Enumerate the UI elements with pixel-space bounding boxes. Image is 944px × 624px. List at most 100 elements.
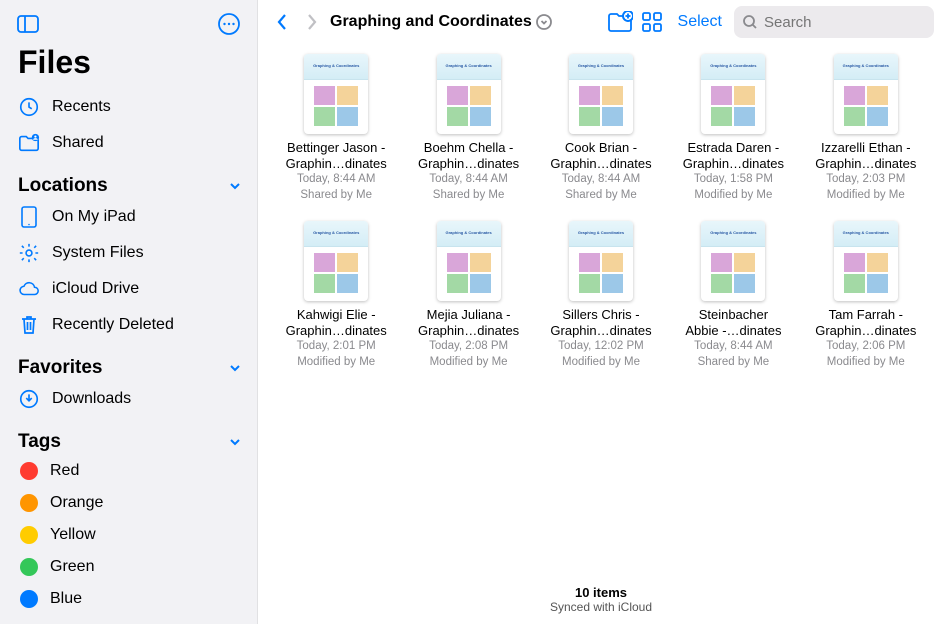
gear-icon	[18, 242, 40, 264]
file-timestamp: Today, 12:02 PM	[558, 339, 643, 354]
file-item[interactable]: Graphing & CoordinatesIzzarelli Ethan -G…	[804, 54, 928, 203]
sidebar-item-label: On My iPad	[52, 208, 136, 226]
file-item[interactable]: Graphing & CoordinatesBettinger Jason -G…	[274, 54, 398, 203]
search-field[interactable]	[734, 6, 934, 38]
file-name: Abbie -…dinates	[685, 323, 781, 339]
forward-button[interactable]	[298, 8, 326, 36]
sidebar-item-system-files[interactable]: System Files	[0, 235, 257, 271]
file-timestamp: Today, 1:58 PM	[694, 172, 773, 187]
file-thumbnail: Graphing & Coordinates	[701, 54, 765, 134]
download-icon	[18, 388, 40, 410]
file-thumbnail: Graphing & Coordinates	[834, 221, 898, 301]
status-footer: 10 items Synced with iCloud	[258, 581, 944, 624]
file-item[interactable]: Graphing & Coordinates Estrada Daren -Gra…	[671, 54, 795, 203]
app-title: Files	[0, 42, 257, 89]
file-grid: Graphing & Coordinates Bettinger Jason - G…	[258, 44, 944, 581]
file-item[interactable]: Graphing & Coordinates Cook Brian -Graphi…	[539, 54, 663, 203]
file-thumbnail: Graphing & Coordinates	[569, 221, 633, 301]
sidebar-item-label: Downloads	[52, 390, 131, 408]
tag-dot-icon	[20, 494, 38, 512]
file-thumbnail: Graphing & Coordinates	[304, 54, 368, 134]
chevron-down-icon	[227, 178, 243, 194]
toggle-sidebar-icon[interactable]	[14, 10, 42, 38]
file-timestamp: Today, 8:44 AM	[694, 339, 772, 354]
sidebar-tag-red[interactable]: Red	[0, 455, 257, 487]
sidebar-item-recents[interactable]: Recents	[0, 89, 257, 125]
tag-dot-icon	[20, 462, 38, 480]
sidebar-item-label: Green	[50, 558, 94, 576]
file-name: Izzarelli Ethan -	[821, 140, 911, 156]
search-icon	[742, 14, 758, 30]
file-name: Graphin…dinates	[815, 156, 916, 172]
sidebar-item-label: Orange	[50, 494, 103, 512]
section-header-locations[interactable]: Locations	[0, 161, 257, 199]
new-folder-button[interactable]	[606, 8, 634, 36]
item-count: 10 items	[258, 585, 944, 600]
tag-dot-icon	[20, 590, 38, 608]
select-button[interactable]: Select	[670, 13, 730, 31]
tag-dot-icon	[20, 526, 38, 544]
file-item[interactable]: Graphing & CoordinatesSteinbacherAbbie -…	[671, 221, 795, 370]
sidebar-item-label: iCloud Drive	[52, 280, 139, 298]
file-timestamp: Today, 8:44 AM	[297, 172, 375, 187]
sync-status: Synced with iCloud	[258, 600, 944, 614]
file-thumbnail: Graphing & Coordinates	[437, 54, 501, 134]
sidebar-item-recently-deleted[interactable]: Recently Deleted	[0, 307, 257, 343]
file-item[interactable]: Graphing & CoordinatesBoehm Chella -Grap…	[406, 54, 530, 203]
file-status: Modified by Me	[562, 355, 640, 370]
file-thumbnail: Graphing & Coordinates	[569, 54, 633, 134]
file-name: Boehm Chella -	[424, 140, 514, 156]
file-status: Modified by Me	[297, 355, 375, 370]
file-name: Bettinger Jason -	[287, 140, 385, 156]
file-name: Graphin…dinates	[683, 156, 784, 172]
chevron-down-icon	[227, 434, 243, 450]
file-item[interactable]: Graphing & CoordinatesTam Farrah -Graphi…	[804, 221, 928, 370]
file-status: Shared by Me	[698, 355, 770, 370]
section-header-favorites[interactable]: Favorites	[0, 343, 257, 381]
file-status: Modified by Me	[827, 355, 905, 370]
file-status: Modified by Me	[430, 355, 508, 370]
file-item[interactable]: Graphing & CoordinatesSillers Chris -Gra…	[539, 221, 663, 370]
file-status: Shared by Me	[565, 188, 637, 203]
cloud-icon	[18, 278, 40, 300]
file-name: Graphin…dinates	[550, 323, 651, 339]
shared-folder-icon	[18, 132, 40, 154]
sidebar-item-shared[interactable]: Shared	[0, 125, 257, 161]
sidebar-tag-orange[interactable]: Orange	[0, 487, 257, 519]
sidebar-tag-green[interactable]: Green	[0, 551, 257, 583]
more-options-icon[interactable]	[215, 10, 243, 38]
file-status: Modified by Me	[827, 188, 905, 203]
file-name: Graphin…dinates	[815, 323, 916, 339]
file-name: Estrada Daren -	[688, 140, 780, 156]
sidebar-item-on-my-ipad[interactable]: On My iPad	[0, 199, 257, 235]
folder-title[interactable]: Graphing and Coordinates	[330, 13, 552, 31]
toolbar: Graphing and Coordinates Select	[258, 0, 944, 44]
file-name: Cook Brian -	[565, 140, 637, 156]
file-thumbnail: Graphing & Coordinates	[304, 221, 368, 301]
sidebar-item-label: Recents	[52, 98, 111, 116]
file-name: Graphin…dinates	[418, 323, 519, 339]
file-item[interactable]: Graphing & CoordinatesKahwigi Elie -Grap…	[274, 221, 398, 370]
sidebar-item-label: Red	[50, 462, 79, 480]
file-timestamp: Today, 8:44 AM	[562, 172, 640, 187]
tag-dot-icon	[20, 558, 38, 576]
file-timestamp: Today, 8:44 AM	[429, 172, 507, 187]
sidebar-item-downloads[interactable]: Downloads	[0, 381, 257, 417]
search-input[interactable]	[764, 14, 944, 31]
file-status: Shared by Me	[300, 188, 372, 203]
main-content: Graphing and Coordinates Select	[258, 0, 944, 624]
sidebar-tag-blue[interactable]: Blue	[0, 583, 257, 615]
chevron-down-icon	[227, 360, 243, 376]
file-status: Modified by Me	[694, 188, 772, 203]
file-name: Graphin…dinates	[550, 156, 651, 172]
file-name: Kahwigi Elie -	[297, 307, 376, 323]
section-header-tags[interactable]: Tags	[0, 417, 257, 455]
sidebar-tag-yellow[interactable]: Yellow	[0, 519, 257, 551]
file-timestamp: Today, 2:01 PM	[297, 339, 376, 354]
file-item[interactable]: Graphing & CoordinatesMejia Juliana -Gra…	[406, 221, 530, 370]
sidebar-item-icloud-drive[interactable]: iCloud Drive	[0, 271, 257, 307]
file-timestamp: Today, 2:03 PM	[826, 172, 905, 187]
back-button[interactable]	[268, 8, 296, 36]
sidebar-item-label: System Files	[52, 244, 144, 262]
view-grid-button[interactable]	[638, 8, 666, 36]
